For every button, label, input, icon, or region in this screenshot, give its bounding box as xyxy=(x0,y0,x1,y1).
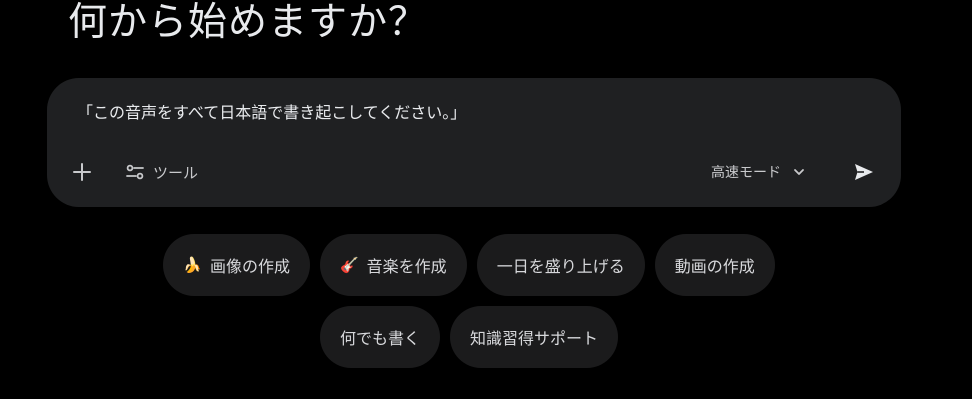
send-icon xyxy=(852,160,876,184)
chip-label: 画像の作成 xyxy=(209,257,290,276)
guitar-icon: 🎸 xyxy=(339,255,359,274)
suggestion-chip-create-music[interactable]: 🎸 音楽を作成 xyxy=(319,234,467,296)
prompt-composer[interactable]: 「この音声をすべて日本語で書き起こしてください。」 ツール 高速モード xyxy=(47,78,901,207)
send-button[interactable] xyxy=(847,155,881,189)
suggestion-chip-learning-support[interactable]: 知識習得サポート xyxy=(450,306,619,368)
tools-sliders-icon xyxy=(125,162,145,182)
suggestion-chip-write-anything[interactable]: 何でも書く xyxy=(319,306,440,368)
banana-icon: 🍌 xyxy=(183,255,202,274)
page: 何から始めますか？ 「この音声をすべて日本語で書き起こしてください。」 ツール xyxy=(0,0,972,399)
suggestion-chip-create-video[interactable]: 動画の作成 xyxy=(654,234,775,296)
suggestion-chip-liven-day[interactable]: 一日を盛り上げる xyxy=(476,234,645,296)
add-button[interactable] xyxy=(67,157,97,187)
chip-label: 知識習得サポート xyxy=(470,329,599,348)
suggestion-row-2: 何でも書く 知識習得サポート xyxy=(0,306,955,368)
page-title: 何から始めますか？ xyxy=(68,0,429,45)
chip-label: 一日を盛り上げる xyxy=(496,257,625,276)
prompt-input[interactable]: 「この音声をすべて日本語で書き起こしてください。」 xyxy=(77,102,466,124)
plus-icon xyxy=(72,162,92,182)
chip-label: 動画の作成 xyxy=(674,257,755,276)
suggestion-chip-create-image[interactable]: 🍌 画像の作成 xyxy=(163,234,310,296)
mode-label: 高速モード xyxy=(711,165,781,181)
chevron-down-icon xyxy=(791,164,807,180)
suggestion-row-1: 🍌 画像の作成 🎸 音楽を作成 一日を盛り上げる 動画の作成 xyxy=(0,234,955,296)
chip-label: 音楽を作成 xyxy=(366,257,447,276)
mode-selector[interactable]: 高速モード xyxy=(711,157,807,187)
tools-button[interactable]: ツール xyxy=(125,157,198,187)
tools-label: ツール xyxy=(153,163,199,182)
chip-label: 何でも書く xyxy=(339,329,420,348)
